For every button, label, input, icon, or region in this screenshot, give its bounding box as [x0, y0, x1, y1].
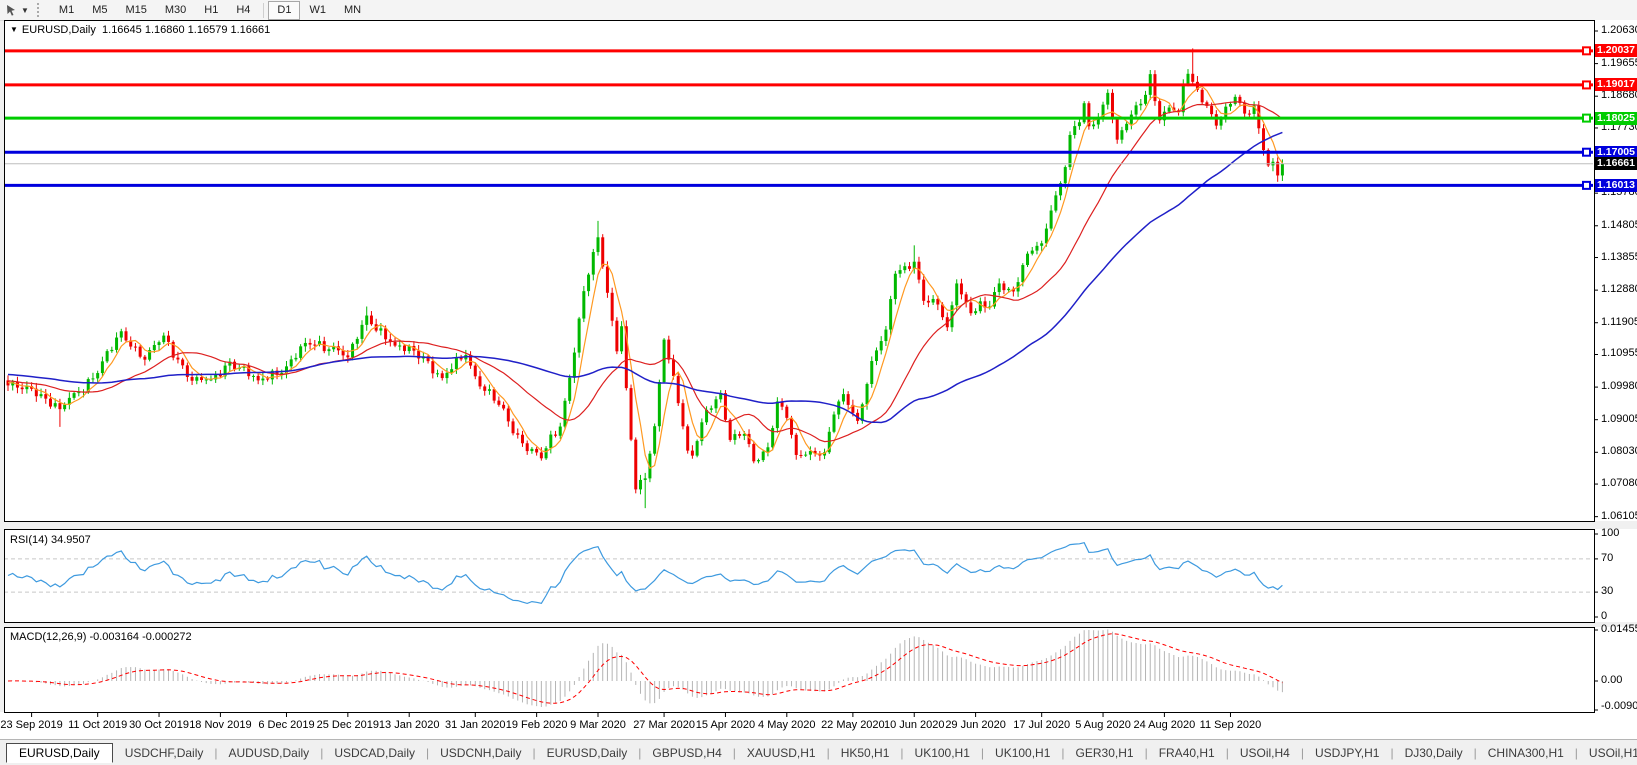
- chart-tab-hk50-h1[interactable]: HK50,H1: [831, 744, 900, 762]
- chart-tab-fra40-h1[interactable]: FRA40,H1: [1149, 744, 1225, 762]
- chart-tab-usoil-h4[interactable]: USOil,H4: [1230, 744, 1300, 762]
- chart-tab-eurusd-daily[interactable]: EURUSD,Daily: [6, 743, 113, 763]
- chart-tab-eurusd-daily[interactable]: EURUSD,Daily: [537, 744, 638, 762]
- chart-tab-xauusd-h1[interactable]: XAUUSD,H1: [737, 744, 826, 762]
- chart-tab-usdchf-daily[interactable]: USDCHF,Daily: [115, 744, 214, 762]
- chart-tab-usdjpy-h1[interactable]: USDJPY,H1: [1305, 744, 1389, 762]
- chart-tabs: EURUSD,DailyUSDCHF,Daily|AUDUSD,Daily|US…: [0, 743, 1637, 763]
- chart-graphics: [0, 0, 1637, 765]
- chart-tab-usoil-h1[interactable]: USOil,H1: [1579, 744, 1637, 762]
- chart-tab-uk100-h1[interactable]: UK100,H1: [905, 744, 980, 762]
- chart-tab-audusd-daily[interactable]: AUDUSD,Daily: [219, 744, 320, 762]
- chart-tab-usdcad-daily[interactable]: USDCAD,Daily: [324, 744, 425, 762]
- chart-tab-dj30-daily[interactable]: DJ30,Daily: [1395, 744, 1473, 762]
- chart-tab-usdcnh-daily[interactable]: USDCNH,Daily: [430, 744, 531, 762]
- chart-tab-ger30-h1[interactable]: GER30,H1: [1066, 744, 1144, 762]
- mt4-window: ▼ M1M5M15M30H1H4D1W1MN ▼EURUSD,Daily 1.1…: [0, 0, 1637, 765]
- chart-tabbar: EURUSD,DailyUSDCHF,Daily|AUDUSD,Daily|US…: [0, 739, 1637, 765]
- chart-tab-gbpusd-h4[interactable]: GBPUSD,H4: [642, 744, 731, 762]
- chart-tab-china300-h1[interactable]: CHINA300,H1: [1478, 744, 1574, 762]
- chart-tab-uk100-h1[interactable]: UK100,H1: [985, 744, 1060, 762]
